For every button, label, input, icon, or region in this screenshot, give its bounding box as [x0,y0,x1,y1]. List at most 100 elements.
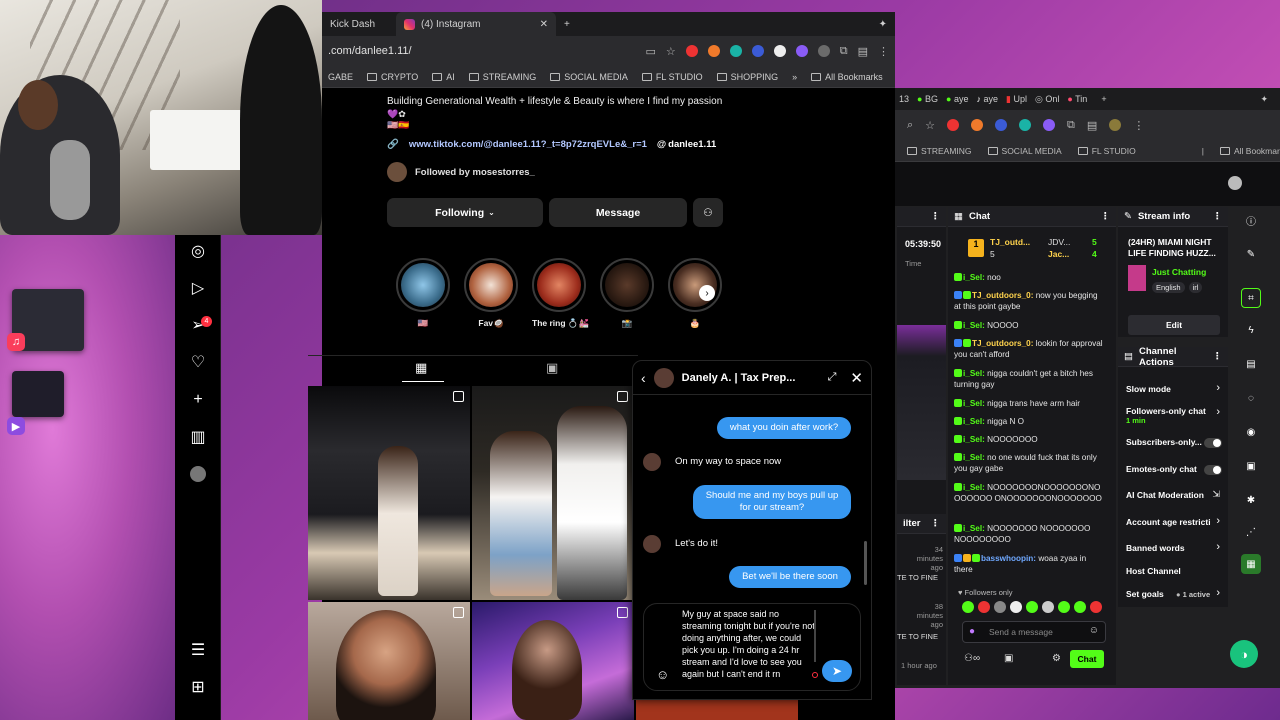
contact-avatar[interactable] [653,367,674,388]
extension-icon[interactable] [773,45,786,57]
chevron-right-icon[interactable]: › [1216,587,1220,599]
tab-instagram[interactable]: (4) Instagram ✕ [396,12,556,36]
chat-username[interactable]: i_Sel: [963,273,985,282]
threads-link[interactable]: danlee1.11 [668,139,716,150]
chat-username[interactable]: TJ_outdoors_0: [972,291,1033,300]
tab[interactable]: ● Tin [1067,94,1087,104]
post-thumbnail[interactable] [472,386,634,600]
tab-kick-dashboard[interactable]: Kick Dash [322,12,396,36]
bookmark-social-media[interactable]: SOCIAL MEDIA [550,72,628,82]
chat-username[interactable]: i_Sel: [963,435,985,444]
chat-username[interactable]: i_Sel: [963,524,985,533]
emote-icon[interactable] [1058,601,1070,613]
video-app-icon[interactable]: ▶ [7,417,25,435]
all-bookmarks[interactable]: All Bookmarks [811,72,883,82]
edit-button[interactable]: Edit [1128,315,1220,335]
extension-icon[interactable] [947,119,960,131]
category-thumbnail[interactable] [1128,265,1146,291]
emote-icon[interactable] [994,601,1006,613]
chat-username[interactable]: i_Sel: [963,321,985,330]
bookmark-fl-studio[interactable]: FL STUDIO [641,72,703,82]
tag[interactable]: irl [1188,282,1203,293]
notes-icon[interactable]: ▤ [1241,354,1261,374]
assistant-icon[interactable]: ✦ [1260,94,1268,105]
gear-icon[interactable]: ⚙ [1052,653,1061,664]
bookmark-streaming[interactable]: STREAMING [907,146,972,156]
heart-icon[interactable]: ♡ [187,351,209,373]
emoji-icon[interactable]: ☺ [656,667,669,682]
post-thumbnail[interactable] [472,602,634,720]
cast-icon[interactable]: ▭ [645,45,655,58]
emotes-only-toggle[interactable] [1204,465,1222,475]
host-channel-action[interactable]: Host Channel [1126,566,1236,576]
expand-icon[interactable]: ⤢ [828,371,837,384]
extension-icon[interactable] [995,119,1008,131]
user-avatar[interactable] [1228,176,1242,190]
mic-icon[interactable]: ● [969,626,975,637]
support-chat-button[interactable]: ◑ [1230,640,1258,668]
chat-send-button[interactable]: Chat [1070,650,1104,668]
emote-icon[interactable] [1090,601,1102,613]
scan-icon[interactable]: ⌗ [1241,288,1261,308]
assistant-icon[interactable]: ✦ [871,12,895,36]
chat-username[interactable]: TJ_outdoors_0: [972,339,1033,348]
emote-icon[interactable] [962,601,974,613]
pencil-icon[interactable]: ✎ [1241,244,1261,264]
highlight-item[interactable]: 🇺🇸 [396,258,450,329]
chevron-right-icon[interactable]: › [699,285,715,301]
store-icon[interactable]: ▣ [1004,653,1013,664]
send-button[interactable]: ➤ [822,660,852,682]
sidebar-icon[interactable]: ▤ [1087,119,1097,132]
music-app-icon[interactable]: ♫ [7,333,25,351]
menu-dots-icon[interactable]: ⋮ [1213,211,1223,222]
share-icon[interactable]: ⋰ [1241,522,1261,542]
threads-grid-icon[interactable]: ⊞ [187,676,209,698]
extension-icon[interactable] [817,45,830,57]
bookmark-shopping[interactable]: SHOPPING [716,72,778,82]
message-button[interactable]: Message [549,198,687,227]
bookmark-social-media[interactable]: SOCIAL MEDIA [987,146,1062,156]
extension-icon[interactable] [685,45,698,57]
clapper-icon[interactable]: ▦ [1241,554,1261,574]
bookmark-ai[interactable]: AI [432,72,455,82]
chevron-right-icon[interactable]: › [1216,515,1220,527]
subscribers-only-toggle[interactable] [1204,438,1222,448]
chat-bubble-icon[interactable]: ◌ [1241,388,1261,408]
chevron-right-icon[interactable]: › [1216,541,1220,553]
all-bookmarks[interactable]: All Bookmarks [1219,146,1280,156]
wrench-icon[interactable]: ✱ [1241,490,1261,510]
tag[interactable]: English [1152,282,1185,293]
bookmark-gabe[interactable]: GABE [328,72,353,82]
dm-scrollbar[interactable] [864,541,867,585]
menu-dots-icon[interactable]: ⋮ [1213,351,1223,362]
tab[interactable]: ♪ aye [976,94,998,104]
emote-icon[interactable] [1010,601,1022,613]
reels-icon[interactable]: ▷ [187,277,209,299]
chevron-right-icon[interactable]: › [1216,406,1220,418]
tab[interactable]: ● aye [946,94,968,104]
profile-avatar[interactable] [187,463,209,485]
extension-icon[interactable] [971,119,984,131]
menu-dots-icon[interactable]: ⋮ [878,45,889,58]
bookmark-star-icon[interactable]: ☆ [925,119,935,132]
layout-icon[interactable]: ▣ [1241,456,1261,476]
menu-dots-icon[interactable]: ⋮ [931,211,941,222]
post-thumbnail[interactable] [308,602,470,720]
sidebar-icon[interactable]: ▤ [858,45,868,58]
new-tab-button[interactable]: + [556,12,578,36]
users-icon[interactable]: ⚇∞ [964,653,980,664]
bolt-icon[interactable]: ϟ [1241,320,1261,340]
tab[interactable]: ▮ Upl [1006,94,1027,105]
chat-username[interactable]: i_Sel: [963,453,985,462]
more-bookmarks-icon[interactable]: » [792,72,797,82]
explore-icon[interactable]: ◎ [187,240,209,262]
chevron-right-icon[interactable]: › [1216,382,1220,394]
zoom-icon[interactable]: ⌕ [907,119,913,132]
chat-username[interactable]: i_Sel: [963,399,985,408]
emote-icon[interactable] [1074,601,1086,613]
add-user-button[interactable]: ⚇ [693,198,723,227]
close-tab-icon[interactable]: ✕ [540,19,548,30]
bookmark-fl-studio[interactable]: FL STUDIO [1077,146,1136,156]
menu-dots-icon[interactable]: ⋮ [1133,119,1144,132]
extension-icon[interactable] [1019,119,1032,131]
